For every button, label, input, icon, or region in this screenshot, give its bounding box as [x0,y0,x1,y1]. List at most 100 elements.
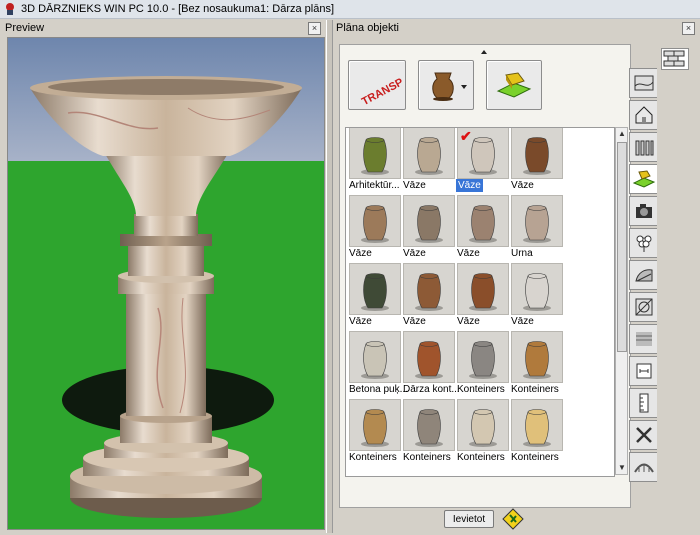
tab-fence[interactable] [629,132,657,162]
crate-thumbnail[interactable] [349,399,401,451]
object-item-label: Vāze [457,316,480,327]
preview-title: Preview [5,22,45,34]
birdbath-thumbnail[interactable]: ✔ [457,128,509,179]
urn-thumbnail[interactable] [511,195,563,247]
splitter[interactable] [326,20,333,533]
tab-dimensions[interactable] [629,356,657,386]
object-item[interactable]: Urna [510,195,564,263]
insert-button[interactable]: Ievietot [443,510,495,528]
vase-dropdown-button[interactable] [418,60,474,110]
object-item[interactable]: Dārza kont... [402,331,460,399]
place-object-icon [496,72,532,98]
object-item-label: Dārza kont... [403,384,460,395]
bridge-icon [633,463,654,473]
window-title: 3D DĀRZNIEKS WIN PC 10.0 - [Bez nosaukum… [21,3,335,15]
object-item-label: Konteiners [403,452,451,463]
place-object-button[interactable] [486,60,542,110]
object-item[interactable]: Konteiners [348,399,402,467]
close-icon: × [685,22,692,33]
garden-tool-sign-icon[interactable] [502,508,524,530]
tab-shrubs[interactable] [629,260,657,290]
transport-icon: TRANSP [360,76,402,107]
scroll-down-icon[interactable]: ▼ [617,462,627,474]
terrain-icon [635,298,652,316]
fence-icon [635,140,653,156]
bottom-bar: Ievietot [339,508,629,530]
round-vase-thumbnail[interactable] [349,195,401,247]
tub-thumbnail[interactable] [511,331,563,383]
tab-ruler[interactable] [629,388,657,418]
object-item[interactable]: Vāze [510,263,564,331]
tapered-vase-thumbnail[interactable] [457,195,509,247]
close-icon: × [311,22,318,33]
wall-tab-icon[interactable] [661,48,689,70]
grid-scrollbar[interactable]: ▲ ▼ [615,127,628,475]
tab-camera[interactable] [629,196,657,226]
object-item[interactable]: Vāze [402,128,456,195]
preview-viewport[interactable] [7,37,325,530]
object-item[interactable]: Konteiners [456,399,510,467]
basket-thumbnail[interactable] [511,399,563,451]
object-item[interactable]: Konteiners [402,399,456,467]
fluted-vase-thumbnail[interactable] [511,263,563,315]
title-bar: 3D DĀRZNIEKS WIN PC 10.0 - [Bez nosaukum… [0,0,700,19]
object-item[interactable]: Betona puķ... [348,331,408,399]
tab-tools[interactable] [629,420,657,450]
tab-terrain[interactable] [629,292,657,322]
checkmark-icon: ✔ [460,128,472,144]
amphora-thumbnail[interactable] [403,263,455,315]
goblet-vase-thumbnail[interactable] [457,263,509,315]
candlestick-thumbnail[interactable] [403,128,455,179]
object-item-label: Vāze [456,179,483,192]
object-item-label: Arhitektūr... [349,180,400,191]
tools-icon [635,427,652,443]
app-icon [6,3,14,15]
object-item[interactable]: Konteiners [456,331,510,399]
collapse-arrow-icon[interactable] [481,50,487,54]
objects-icon [632,170,655,188]
concrete-planter-thumbnail[interactable] [349,331,401,383]
tab-bridge[interactable] [629,452,657,482]
object-item-label: Konteiners [457,384,505,395]
scroll-up-icon[interactable]: ▲ [617,128,627,140]
object-item[interactable]: Vāze [456,263,510,331]
object-item[interactable]: Vāze [456,195,510,263]
tab-house[interactable] [629,100,657,130]
object-item-label: Konteiners [457,452,505,463]
preview-close-button[interactable]: × [308,21,321,35]
scroll-thumb[interactable] [617,142,627,352]
object-item[interactable]: Vāze [402,263,456,331]
square-vase-thumbnail[interactable] [403,195,455,247]
layers-icon [635,332,652,346]
object-item[interactable]: Arhitektūr... [348,128,402,195]
bowl-thumbnail[interactable] [457,399,509,451]
object-item[interactable]: ✔ Vāze [456,128,510,195]
cactus-thumbnail[interactable] [349,128,401,179]
object-item[interactable]: Vāze [402,195,456,263]
flower-icon [636,235,651,252]
tall-vase-thumbnail[interactable] [511,128,563,179]
object-item-label: Konteiners [349,452,397,463]
birdbath-render [8,38,324,529]
object-item[interactable]: Konteiners [510,399,564,467]
tab-plants[interactable] [629,228,657,258]
cup-vase-thumbnail[interactable] [349,263,401,315]
stone-container-thumbnail[interactable] [457,331,509,383]
tab-layers[interactable] [629,324,657,354]
object-item[interactable]: Vāze [348,195,402,263]
tab-paving[interactable] [629,68,657,98]
wooden-box-thumbnail[interactable] [403,399,455,451]
barrel-thumbnail[interactable] [403,331,455,383]
object-item-label: Vāze [403,248,426,259]
object-grid[interactable]: Arhitektūr... Vāze ✔ Vāze Vāze Vāze Vāze Vāze Ur… [345,127,615,477]
object-item[interactable]: Konteiners [510,331,564,399]
transport-button[interactable]: TRANSP [348,60,406,110]
object-item[interactable]: Vāze [348,263,402,331]
object-item[interactable]: Vāze [510,128,564,195]
objects-title: Plāna objekti [336,22,399,34]
objects-close-button[interactable]: × [682,21,695,35]
tab-objects[interactable] [629,164,657,194]
dimensions-icon [636,363,651,379]
ruler-icon [639,393,648,413]
object-item-label: Vāze [511,316,534,327]
